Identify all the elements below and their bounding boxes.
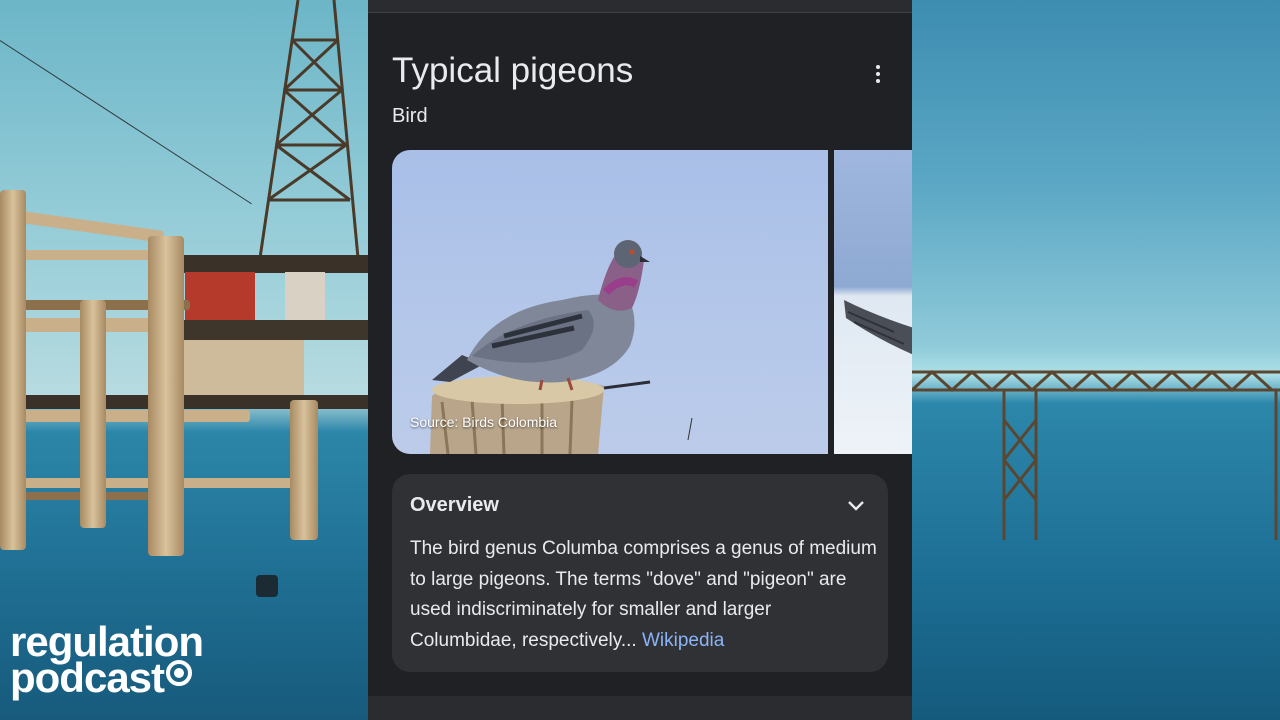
overview-description: The bird genus Columba comprises a genus…	[410, 534, 880, 656]
pipe	[180, 478, 295, 488]
more-vert-icon[interactable]	[864, 60, 892, 88]
cable-line	[0, 40, 252, 205]
overview-card: Overview The bird genus Columba comprise…	[392, 474, 888, 672]
logo-line-2-text: podcast	[10, 654, 165, 701]
panel-top-divider	[368, 0, 912, 13]
panel-title: Typical pigeons	[392, 51, 634, 90]
wikipedia-link[interactable]: Wikipedia	[642, 630, 724, 651]
white-container	[285, 272, 325, 322]
trestle-bridge	[912, 369, 1280, 540]
chevron-down-icon[interactable]	[844, 494, 868, 518]
buoy	[256, 575, 278, 597]
bird-flight-image[interactable]	[834, 150, 912, 454]
knowledge-panel: Typical pigeons Bird Source: Birds Colom…	[368, 0, 912, 720]
platform-leg	[148, 236, 184, 556]
logo-line-2: podcast	[10, 657, 203, 699]
pigeon-image[interactable]: Source: Birds Colombia	[392, 150, 828, 454]
wing-illustration	[844, 300, 912, 355]
panel-bottom-edge	[368, 696, 912, 720]
pipe	[0, 410, 250, 422]
overview-heading: Overview	[410, 494, 499, 516]
pigeon-illustration	[430, 240, 693, 454]
regulation-podcast-logo: regulation podcast	[10, 621, 204, 699]
background-sea-right	[912, 0, 1280, 720]
platform-leg	[80, 300, 106, 528]
module-building	[184, 340, 304, 400]
red-container	[185, 272, 255, 322]
panel-subtitle: Bird	[392, 105, 428, 127]
platform-leg	[0, 190, 26, 550]
platform-leg	[290, 400, 318, 540]
derrick-tower	[258, 0, 360, 259]
image-source-caption: Source: Birds Colombia	[410, 414, 558, 430]
deck-upper	[180, 255, 368, 273]
background-oil-rig-left	[0, 0, 368, 720]
registered-mark-icon	[166, 660, 193, 686]
deck-middle	[180, 320, 368, 340]
